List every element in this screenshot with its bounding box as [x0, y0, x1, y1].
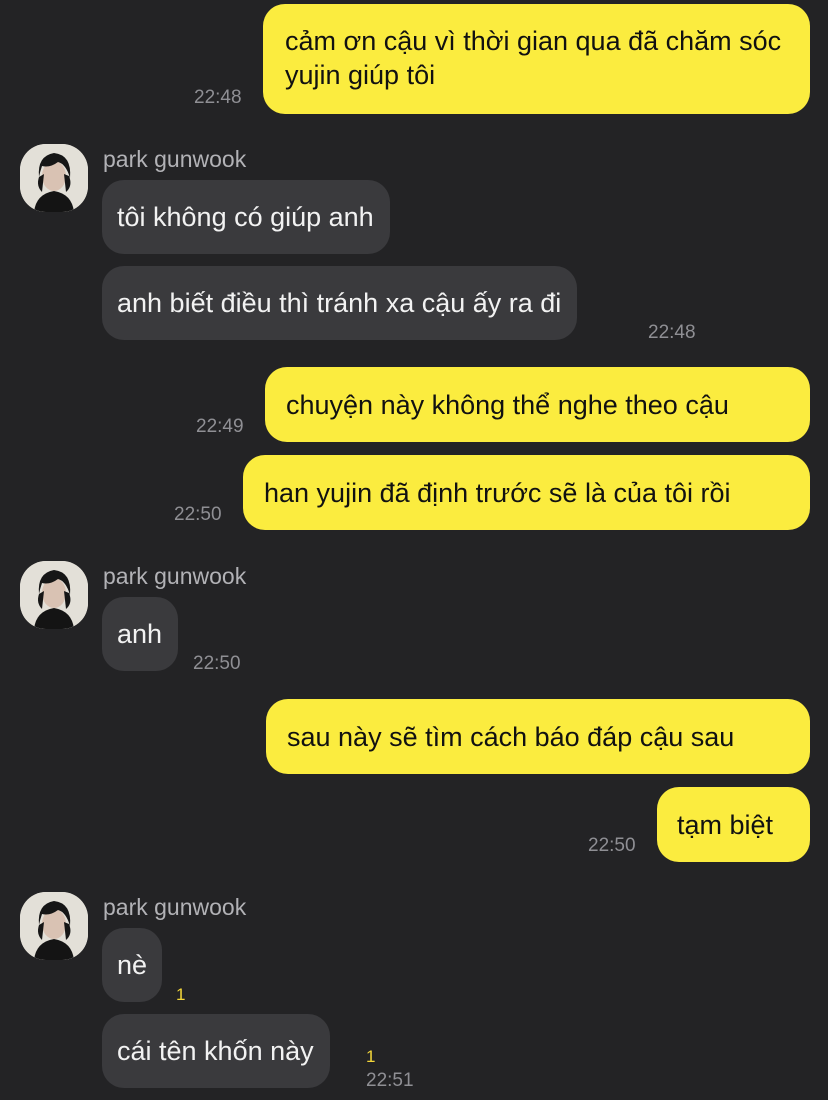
message-text: sau này sẽ tìm cách báo đáp cậu sau — [287, 721, 735, 752]
sender-name: park gunwook — [103, 146, 247, 172]
avatar-icon — [20, 144, 88, 212]
message-bubble-outgoing[interactable]: chuyện này không thể nghe theo cậu — [265, 367, 810, 442]
message-text: cái tên khốn này — [117, 1036, 314, 1066]
message-time: 22:49 — [196, 416, 244, 437]
message-text: tạm biệt — [677, 809, 774, 840]
message-time: 22:51 — [366, 1070, 414, 1091]
message-time: 22:50 — [174, 504, 222, 525]
message-text: cảm ơn cậu vì thời gian qua đã chăm sóc … — [285, 26, 782, 90]
message-time: 22:48 — [194, 87, 242, 108]
avatar[interactable] — [20, 144, 88, 212]
avatar[interactable] — [20, 561, 88, 629]
message-text: nè — [117, 950, 148, 980]
message-text: anh biết điều thì tránh xa cậu ấy ra đi — [117, 288, 562, 318]
message-bubble-incoming[interactable]: anh biết điều thì tránh xa cậu ấy ra đi — [102, 266, 578, 340]
message-time: 22:50 — [193, 653, 241, 674]
message-time: 22:50 — [588, 835, 636, 856]
message-bubble-incoming[interactable]: anh — [102, 597, 179, 671]
unread-count: 1 — [366, 1047, 376, 1066]
sender-name: park gunwook — [103, 563, 247, 589]
message-bubble-outgoing[interactable]: han yujin đã định trước sẽ là của tôi rồ… — [243, 455, 810, 530]
avatar-icon — [20, 892, 88, 960]
message-bubble-incoming[interactable]: tôi không có giúp anh — [102, 180, 390, 254]
sender-name: park gunwook — [103, 894, 247, 920]
message-bubble-incoming[interactable]: cái tên khốn này — [102, 1014, 330, 1088]
message-time: 22:48 — [648, 322, 696, 343]
avatar-icon — [20, 561, 88, 629]
message-bubble-outgoing[interactable]: tạm biệt — [657, 787, 810, 862]
message-text: tôi không có giúp anh — [117, 202, 374, 232]
message-text: chuyện này không thể nghe theo cậu — [286, 389, 729, 420]
message-text: anh — [117, 619, 163, 649]
message-bubble-outgoing[interactable]: sau này sẽ tìm cách báo đáp cậu sau — [266, 699, 810, 774]
unread-count: 1 — [176, 985, 186, 1004]
message-bubble-incoming[interactable]: nè — [102, 928, 163, 1002]
avatar[interactable] — [20, 892, 88, 960]
message-text: han yujin đã định trước sẽ là của tôi rồ… — [264, 477, 731, 508]
message-bubble-outgoing[interactable]: cảm ơn cậu vì thời gian qua đã chăm sóc … — [263, 4, 810, 114]
